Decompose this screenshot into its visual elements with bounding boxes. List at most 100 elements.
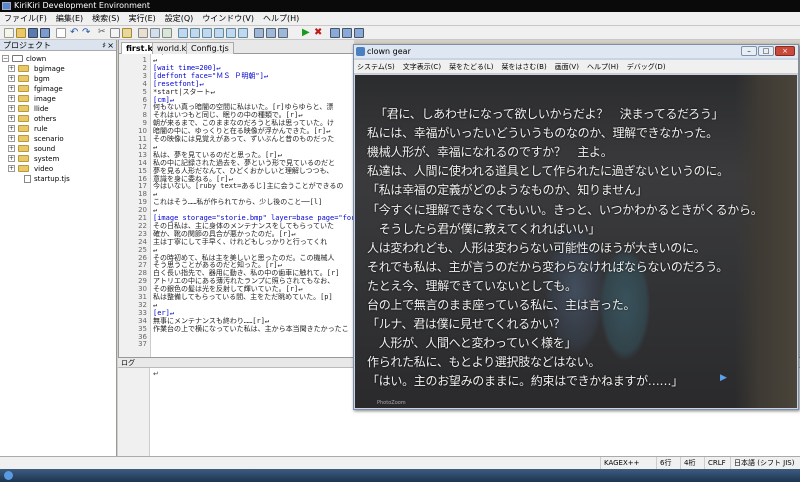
tree-folder-item[interactable]: + system (8, 154, 113, 164)
code-line[interactable]: 夢を見る人形だなんて、ひどくおかしいと理解しつつも、 (153, 167, 333, 175)
list-icon[interactable] (266, 28, 276, 38)
line-number: 21 (138, 214, 147, 222)
code-line[interactable]: 今はいない。[ruby text=あるじ]主に会うことができるの (153, 183, 343, 190)
stop-icon[interactable]: ✖ (314, 28, 324, 38)
minimize-button[interactable]: – (741, 46, 757, 56)
replace-icon[interactable] (150, 28, 160, 38)
copy-icon[interactable] (110, 28, 120, 38)
dialogue-line: 「今すぐに理解できなくてもいい。きっと、いつかわかるときがくるから。 (367, 202, 763, 217)
window-icon[interactable] (330, 28, 340, 38)
tree-folder-item[interactable]: + sound (8, 144, 113, 154)
tree-folder-item[interactable]: + bgm (8, 74, 113, 84)
comment-icon[interactable] (202, 28, 212, 38)
expand-icon[interactable]: + (8, 75, 15, 82)
code-line[interactable]: 私の中に記録された過去を、夢という形で見ているのだと (153, 159, 335, 167)
tree-folder-item[interactable]: + bgimage (8, 64, 113, 74)
close-button[interactable]: × (775, 46, 795, 56)
expand-icon[interactable]: + (8, 125, 15, 132)
expand-icon[interactable]: + (8, 115, 15, 122)
open-folder-icon[interactable] (16, 28, 26, 38)
code-line[interactable]: 私は整備してもらっている間、主をただ眺めていた。[p] (153, 294, 333, 301)
menu-help[interactable]: ヘルプ(H) (263, 13, 299, 24)
game-screen[interactable]: 「君に、しあわせになって欲しいからだよ？ 決まってるだろう」 私には、幸福がいった… (355, 75, 797, 408)
menu-edit[interactable]: 編集(E) (56, 13, 83, 24)
code-line[interactable]: その日私は、主に身体のメンテナンスをしてもらっていた (153, 222, 334, 230)
code-line[interactable]: 確か、靴の関節の具合が悪かったのだ。[r]↵ (153, 230, 296, 238)
new-file-icon[interactable] (4, 28, 14, 38)
paste-icon[interactable] (122, 28, 132, 38)
code-line[interactable]: [image storage="storie.bmp" layer=base p… (153, 215, 368, 222)
run-icon[interactable]: ▶ (302, 28, 312, 38)
find-icon[interactable] (138, 28, 148, 38)
game-menu-save[interactable]: 栞をはさむ(B) (501, 62, 546, 72)
redo-icon[interactable]: ↷ (82, 28, 92, 38)
game-menu-system[interactable]: システム(S) (357, 62, 395, 72)
bookmark-icon[interactable] (226, 28, 236, 38)
tile-icon[interactable] (354, 28, 364, 38)
tab-config-tjs[interactable]: Config.tjs (186, 42, 234, 54)
tree-folder-item[interactable]: + scenario (8, 134, 113, 144)
code-line[interactable]: [er]↵ (153, 309, 174, 317)
close-icon[interactable]: × (107, 40, 114, 51)
collapse-icon[interactable]: − (2, 55, 9, 62)
find-next-icon[interactable] (162, 28, 172, 38)
tag-icon[interactable] (254, 28, 264, 38)
game-menu-text[interactable]: 文字表示(C) (403, 62, 441, 72)
start-icon[interactable] (4, 471, 13, 480)
expand-icon[interactable]: + (8, 65, 15, 72)
expand-icon[interactable]: + (8, 155, 15, 162)
code-line[interactable]: ↵ (153, 57, 157, 64)
game-menu-debug[interactable]: デバッグ(D) (627, 62, 666, 72)
expand-icon[interactable]: + (8, 95, 15, 102)
code-line[interactable]: 私は、夢を見ているのだと思った。[r]↵ (153, 151, 282, 159)
code-line[interactable]: これはそう……私が作られてから、少し後のこと──[l] (153, 199, 322, 206)
code-line[interactable]: ↵ (153, 246, 157, 254)
tree-folder-item[interactable]: + rule (8, 124, 113, 134)
line-number: 1 (142, 56, 147, 64)
code-line[interactable]: 作業台の上で横になっていた私は、主から本当聞きたかったこ (153, 325, 349, 333)
expand-icon[interactable]: + (8, 85, 15, 92)
outline-icon[interactable] (278, 28, 288, 38)
menu-run[interactable]: 実行(E) (128, 13, 155, 24)
tree-folder-item[interactable]: + image (8, 94, 113, 104)
tree-folder-item[interactable]: + fgimage (8, 84, 113, 94)
maximize-button[interactable]: □ (758, 46, 774, 56)
tree-folder-item[interactable]: + others (8, 114, 113, 124)
game-menu-help[interactable]: ヘルプ(H) (587, 62, 619, 72)
game-menu-view[interactable]: 画面(V) (555, 62, 579, 72)
game-menu-load[interactable]: 栞をたどる(L) (449, 62, 493, 72)
jump-icon[interactable] (238, 28, 248, 38)
save-all-icon[interactable] (40, 28, 50, 38)
code-line[interactable]: その映像には見覚えがあって、ずいぶんと昔のものだった (153, 136, 334, 143)
tree-file-item[interactable]: startup.tjs (8, 174, 113, 184)
menu-settings[interactable]: 設定(Q) (165, 13, 194, 24)
print-icon[interactable] (56, 28, 66, 38)
expand-icon[interactable]: + (8, 135, 15, 142)
code-line[interactable]: *start|スタート↵ (153, 88, 215, 96)
undo-icon[interactable]: ↶ (70, 28, 80, 38)
expand-icon[interactable]: + (8, 105, 15, 112)
pin-icon[interactable]: ♯ (102, 40, 106, 51)
menu-search[interactable]: 検索(S) (92, 13, 119, 24)
uncomment-icon[interactable] (214, 28, 224, 38)
menu-file[interactable]: ファイル(F) (4, 13, 47, 24)
code-line[interactable]: 無事にメンテナンスも終わり……[r]↵ (153, 317, 269, 325)
expand-icon[interactable]: + (8, 145, 15, 152)
log-content[interactable]: ↵ (153, 370, 159, 378)
menu-window[interactable]: ウインドウ(V) (202, 13, 254, 24)
code-line[interactable]: [deffont face="ＭＳ Ｐ明朝"]↵ (153, 72, 268, 80)
cut-icon[interactable]: ✂ (98, 28, 108, 38)
layers-icon[interactable] (342, 28, 352, 38)
save-icon[interactable] (28, 28, 38, 38)
tree-folder-item[interactable]: + video (8, 164, 113, 174)
tree-folder-item[interactable]: + llide (8, 104, 113, 114)
code-line[interactable]: 主は丁寧にして手早く、けれどもしっかりと行ってくれ (153, 238, 327, 246)
outdent-icon[interactable] (190, 28, 200, 38)
code-line[interactable]: ↵ (153, 301, 157, 309)
expand-icon[interactable]: + (8, 165, 15, 172)
code-line[interactable]: [wait time=200]↵ (153, 64, 220, 72)
code-line[interactable]: [resetfont]↵ (153, 80, 204, 88)
indent-icon[interactable] (178, 28, 188, 38)
code-line[interactable]: ↵ (153, 143, 157, 151)
tree-root[interactable]: − clown (2, 54, 112, 64)
